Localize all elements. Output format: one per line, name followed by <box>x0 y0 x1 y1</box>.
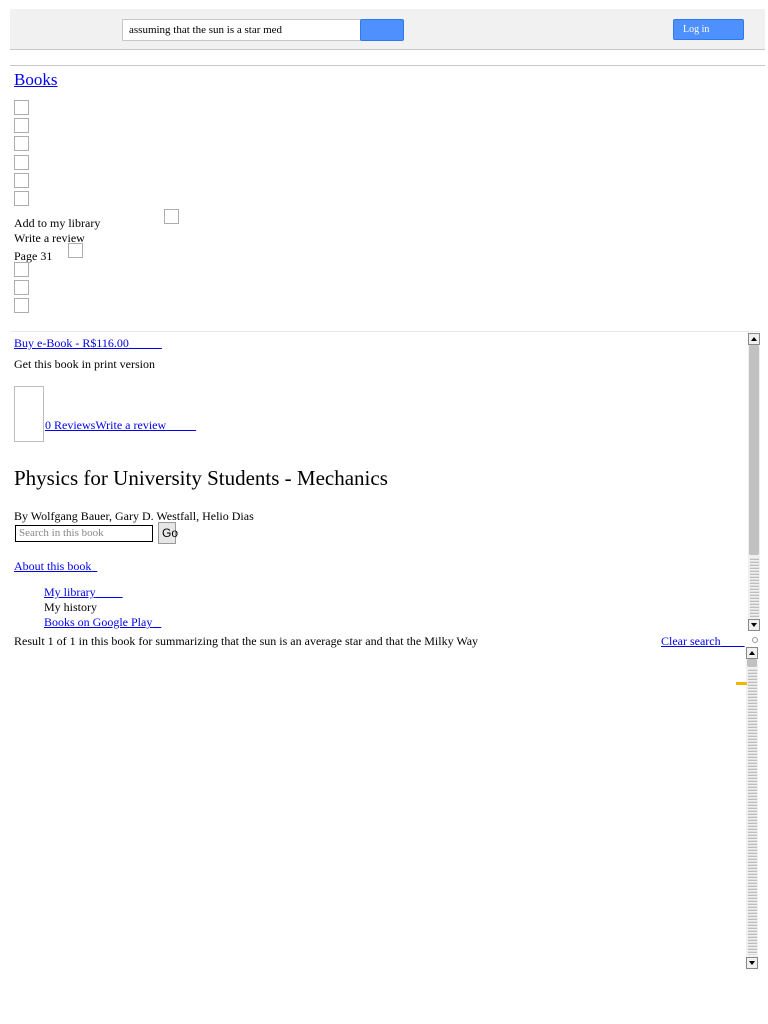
scroll-down-arrow-icon[interactable] <box>748 619 760 631</box>
toolbar-checkbox[interactable] <box>14 262 29 277</box>
search-hit-marker[interactable] <box>736 682 747 685</box>
go-button[interactable]: Go <box>158 522 178 544</box>
scroll-up-arrow-icon[interactable] <box>748 333 760 345</box>
toolbar-checkbox[interactable] <box>14 118 29 133</box>
toolbar-checkbox[interactable] <box>14 173 29 188</box>
reviews-link[interactable]: 0 ReviewsWrite a review <box>45 418 196 433</box>
toolbar-checkbox[interactable] <box>14 280 29 295</box>
top-bar: assuming that the sun is a star med Log … <box>10 9 765 50</box>
toolbar-checkbox[interactable] <box>14 191 29 206</box>
header-divider <box>10 65 765 66</box>
buy-ebook-link[interactable]: Buy e-Book - R$116.00 <box>14 336 162 351</box>
section-divider <box>10 331 760 332</box>
indicator-dot <box>752 637 758 643</box>
print-version-label[interactable]: Get this book in print version <box>14 357 155 372</box>
search-input[interactable]: assuming that the sun is a star med <box>122 19 366 41</box>
search-result-summary: Result 1 of 1 in this book for summarizi… <box>14 634 479 648</box>
scroll-down-arrow-icon[interactable] <box>746 957 758 969</box>
book-cover-thumbnail[interactable] <box>14 386 44 442</box>
my-library-link[interactable]: My library <box>44 585 123 600</box>
login-button[interactable]: Log in <box>673 19 744 40</box>
toolbar-checkbox[interactable] <box>14 298 29 313</box>
scrollbar-thumb[interactable] <box>747 659 757 667</box>
books-on-play-link[interactable]: Books on Google Play <box>44 615 161 630</box>
scrollbar-track[interactable] <box>750 558 759 618</box>
clear-search-link[interactable]: Clear search <box>661 634 745 649</box>
upper-scrollbar[interactable] <box>748 333 760 631</box>
toolbar-checkbox[interactable] <box>14 136 29 151</box>
scrollbar-track[interactable] <box>748 669 757 955</box>
scroll-up-arrow-icon[interactable] <box>746 647 758 659</box>
book-title: Physics for University Students - Mechan… <box>14 466 388 490</box>
scrollbar-thumb[interactable] <box>749 345 759 555</box>
page-icon[interactable] <box>68 243 83 258</box>
search-in-book-input[interactable]: Search in this book <box>15 525 153 542</box>
toolbar-checkbox[interactable] <box>14 100 29 115</box>
search-button[interactable] <box>360 19 404 41</box>
about-book-link[interactable]: About this book <box>14 559 97 574</box>
my-history-label: My history <box>44 600 98 614</box>
add-to-library-icon[interactable] <box>164 209 179 224</box>
books-home-link[interactable]: Books <box>14 70 57 90</box>
add-to-library-label[interactable]: Add to my library <box>14 216 100 231</box>
book-authors: By Wolfgang Bauer, Gary D. Westfall, Hel… <box>14 509 254 523</box>
lower-scrollbar[interactable] <box>746 647 758 969</box>
toolbar-checkbox[interactable] <box>14 155 29 170</box>
